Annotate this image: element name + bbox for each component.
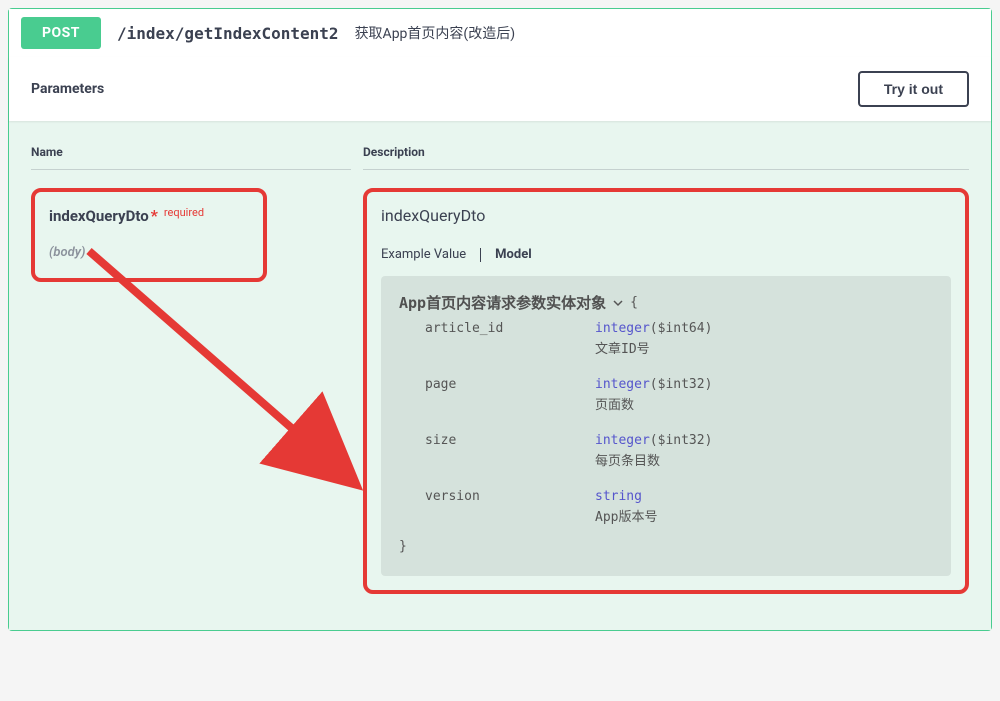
operation-block: POST /index/getIndexContent2 获取App首页内容(改… <box>8 8 992 631</box>
model-property-desc: 页面数 <box>595 394 712 413</box>
model-property: pageinteger($int32) 页面数 <box>425 377 933 413</box>
model-property-type: string <box>595 489 657 504</box>
parameters-section: Parameters Try it out Name Description i… <box>9 57 991 630</box>
param-desc-cell: indexQueryDto Example Value Model App首页内… <box>363 188 969 594</box>
param-desc-title: indexQueryDto <box>381 206 951 225</box>
endpoint-path: /index/getIndexContent2 <box>117 24 339 43</box>
model-property-name: article_id <box>425 321 595 357</box>
param-required-label: required <box>164 206 204 219</box>
schema-tabs: Example Value Model <box>381 247 951 262</box>
model-property-name: page <box>425 377 595 413</box>
model-open-brace: { <box>630 295 638 310</box>
model-property-type: integer($int32) <box>595 377 712 392</box>
model-property-desc: App版本号 <box>595 506 657 525</box>
model-panel: App首页内容请求参数实体对象 { article_idinteger($int… <box>381 276 951 576</box>
description-column-header: Description <box>363 145 969 170</box>
param-name-cell: indexQueryDto* required (body) <box>31 188 351 594</box>
param-name: indexQueryDto <box>49 207 149 225</box>
tab-model[interactable]: Model <box>495 247 532 262</box>
model-property-desc: 文章ID号 <box>595 338 712 357</box>
model-close-brace: } <box>399 539 933 554</box>
endpoint-summary: 获取App首页内容(改造后) <box>355 23 516 43</box>
model-property-type: integer($int64) <box>595 321 712 336</box>
model-property: sizeinteger($int32) 每页条目数 <box>425 433 933 469</box>
chevron-down-icon[interactable] <box>612 297 624 309</box>
tab-divider <box>480 248 481 262</box>
tab-example-value[interactable]: Example Value <box>381 247 466 262</box>
param-name-highlight-box: indexQueryDto* required (body) <box>31 188 267 282</box>
model-title: App首页内容请求参数实体对象 <box>399 292 606 313</box>
model-property: versionstring App版本号 <box>425 489 933 525</box>
model-property-name: size <box>425 433 595 469</box>
model-property-name: version <box>425 489 595 525</box>
param-location: (body) <box>49 245 249 260</box>
model-property-type: integer($int32) <box>595 433 712 448</box>
name-column-header: Name <box>31 145 351 170</box>
method-badge: POST <box>21 17 101 49</box>
parameters-title: Parameters <box>31 81 104 97</box>
try-it-out-button[interactable]: Try it out <box>858 71 969 107</box>
parameters-section-header: Parameters Try it out <box>9 57 991 121</box>
model-property-desc: 每页条目数 <box>595 450 712 469</box>
parameters-body: Name Description indexQueryDto* required… <box>9 121 991 630</box>
param-desc-highlight-box: indexQueryDto Example Value Model App首页内… <box>363 188 969 594</box>
operation-header[interactable]: POST /index/getIndexContent2 获取App首页内容(改… <box>9 9 991 57</box>
param-required-star: * <box>151 206 158 225</box>
model-property: article_idinteger($int64) 文章ID号 <box>425 321 933 357</box>
